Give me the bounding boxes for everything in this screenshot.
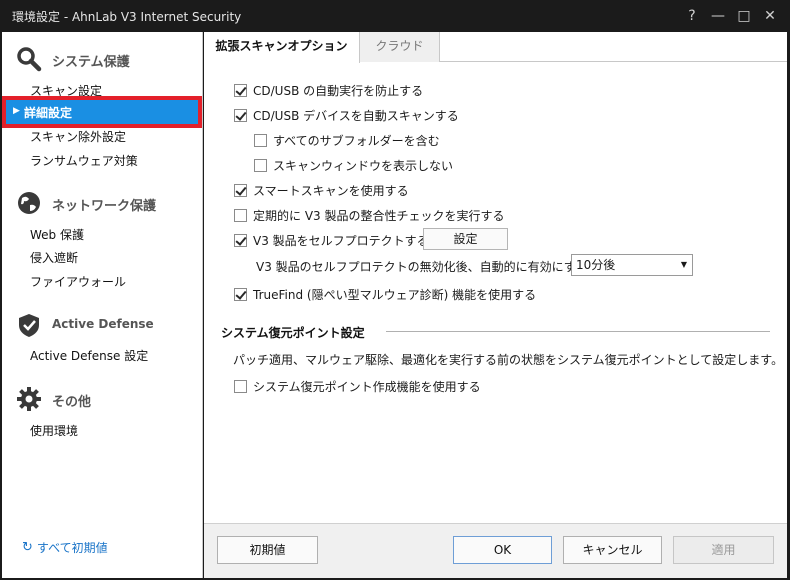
sidebar-item-environment[interactable]: 使用環境 xyxy=(30,422,78,439)
option-label: システム復元ポイント作成機能を使用する xyxy=(253,380,481,394)
option-smart-scan[interactable]: スマートスキャンを使用する xyxy=(234,182,409,199)
sidebar-section-system: システム保護 xyxy=(2,44,202,74)
chevron-right-icon: ▶ xyxy=(13,106,20,116)
checkbox[interactable] xyxy=(234,380,247,393)
sidebar-item-web-protection[interactable]: Web 保護 xyxy=(30,226,84,243)
tab-bar: 拡張スキャンオプション クラウド xyxy=(204,32,787,63)
checkbox[interactable] xyxy=(254,134,267,147)
option-label: 定期的に V3 製品の整合性チェックを実行する xyxy=(253,209,505,223)
option-label: スキャンウィンドウを表示しない xyxy=(273,159,454,173)
sidebar-item-scan-exclusions[interactable]: スキャン除外設定 xyxy=(30,128,126,145)
reset-all-link[interactable]: ↻ すべて初期値 xyxy=(22,539,108,556)
self-protect-reenable-label: V3 製品のセルフプロテクトの無効化後、自動的に有効にする xyxy=(256,260,588,274)
sidebar-item-firewall[interactable]: ファイアウォール xyxy=(30,273,126,290)
window-title: 環境設定 - AhnLab V3 Internet Security xyxy=(12,10,242,24)
section-title: システム保護 xyxy=(52,55,130,70)
section-divider xyxy=(386,331,770,332)
option-auto-scan-usb[interactable]: CD/USB デバイスを自動スキャンする xyxy=(234,107,459,124)
checkbox[interactable] xyxy=(234,84,247,97)
tab-cloud[interactable]: クラウド xyxy=(360,32,440,62)
select-value: 10分後 xyxy=(576,258,616,272)
option-hide-scan-window[interactable]: スキャンウィンドウを表示しない xyxy=(254,157,453,174)
checkbox[interactable] xyxy=(234,184,247,197)
sidebar-section-active-defense: Active Defense xyxy=(2,310,202,340)
apply-button[interactable]: 適用 xyxy=(673,536,774,564)
section-title: ネットワーク保護 xyxy=(52,199,157,214)
checkbox[interactable] xyxy=(234,109,247,122)
sidebar-item-advanced-settings[interactable]: ▶ 詳細設定 xyxy=(2,96,202,128)
restore-section-heading: システム復元ポイント設定 xyxy=(221,326,365,340)
shield-icon xyxy=(19,314,39,337)
option-integrity-check[interactable]: 定期的に V3 製品の整合性チェックを実行する xyxy=(234,207,504,224)
reset-all-label: すべて初期値 xyxy=(36,541,108,555)
tab-extended-scan-options[interactable]: 拡張スキャンオプション xyxy=(204,32,360,63)
sidebar: システム保護 スキャン設定 ▶ 詳細設定 スキャン除外設定 ランサムウェア対策 … xyxy=(2,32,203,578)
checkbox[interactable] xyxy=(234,209,247,222)
ok-button[interactable]: OK xyxy=(453,536,552,564)
help-button[interactable]: ? xyxy=(680,4,704,28)
default-button[interactable]: 初期値 xyxy=(217,536,318,564)
checkbox[interactable] xyxy=(234,288,247,301)
chevron-down-icon: ▼ xyxy=(680,260,687,269)
option-include-subfolders[interactable]: すべてのサブフォルダーを含む xyxy=(254,132,440,149)
magnifier-icon xyxy=(17,47,42,72)
option-label: スマートスキャンを使用する xyxy=(253,184,409,198)
self-protect-settings-button[interactable]: 設定 xyxy=(423,228,508,250)
sidebar-item-label: 詳細設定 xyxy=(24,106,73,120)
option-label: TrueFind (隠ぺい型マルウェア診断) 機能を使用する xyxy=(253,288,537,302)
reenable-time-select[interactable]: 10分後 ▼ xyxy=(571,254,693,276)
sidebar-item-intrusion-block[interactable]: 侵入遮断 xyxy=(30,249,78,266)
section-title: Active Defense xyxy=(52,317,154,331)
option-label: V3 製品をセルフプロテクトする xyxy=(253,234,429,248)
globe-icon xyxy=(18,192,40,214)
option-label: CD/USB の自動実行を防止する xyxy=(253,84,424,98)
maximize-button[interactable]: □ xyxy=(732,4,756,28)
main-panel: 拡張スキャンオプション クラウド CD/USB の自動実行を防止する CD/US… xyxy=(204,32,787,578)
sidebar-section-other: その他 xyxy=(2,384,202,414)
restore-description: パッチ適用、マルウェア駆除、最適化を実行する前の状態をシステム復元ポイントとして… xyxy=(233,353,784,367)
title-bar: 環境設定 - AhnLab V3 Internet Security ? — □… xyxy=(0,0,790,32)
option-label: CD/USB デバイスを自動スキャンする xyxy=(253,109,459,123)
sidebar-item-active-defense-settings[interactable]: Active Defense 設定 xyxy=(30,347,148,364)
gear-icon xyxy=(17,387,41,411)
option-truefind[interactable]: TrueFind (隠ぺい型マルウェア診断) 機能を使用する xyxy=(234,286,536,303)
section-title: その他 xyxy=(52,395,92,410)
checkbox[interactable] xyxy=(254,159,267,172)
cancel-button[interactable]: キャンセル xyxy=(563,536,662,564)
reset-icon: ↻ xyxy=(22,540,33,555)
option-label: すべてのサブフォルダーを含む xyxy=(273,134,440,148)
sidebar-item-ransomware[interactable]: ランサムウェア対策 xyxy=(30,152,138,169)
minimize-button[interactable]: — xyxy=(706,4,730,28)
option-restore-point[interactable]: システム復元ポイント作成機能を使用する xyxy=(234,378,481,395)
button-bar: 初期値 OK キャンセル 適用 xyxy=(204,523,787,578)
option-prevent-autorun[interactable]: CD/USB の自動実行を防止する xyxy=(234,82,423,99)
option-self-protect[interactable]: V3 製品をセルフプロテクトする xyxy=(234,232,429,249)
checkbox[interactable] xyxy=(234,234,247,247)
window-controls: ? — □ ✕ xyxy=(678,4,782,28)
sidebar-section-network: ネットワーク保護 xyxy=(2,188,202,218)
close-button[interactable]: ✕ xyxy=(758,4,782,28)
